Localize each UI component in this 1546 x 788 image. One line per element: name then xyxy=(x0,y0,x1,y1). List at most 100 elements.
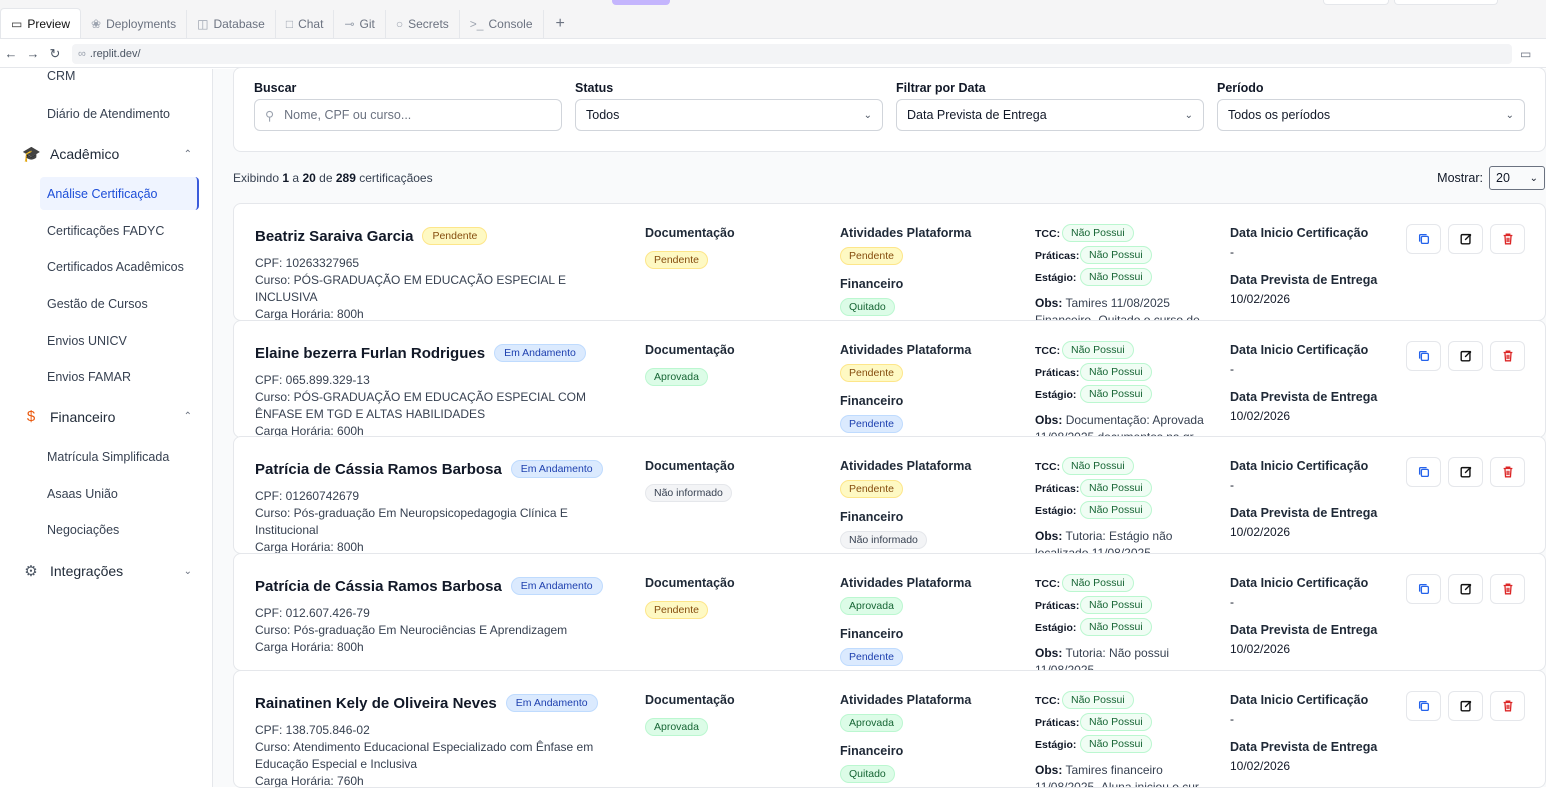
cpf-text: CPF: 012.607.426-79 xyxy=(255,606,370,620)
tab-git[interactable]: ⊸ Git xyxy=(334,10,386,38)
tab-deployments[interactable]: ❀ Deployments xyxy=(81,10,188,38)
status-select[interactable]: Todos ⌄ xyxy=(575,99,883,131)
obs-text: Obs: Tutoria: Estágio não localizado 11/… xyxy=(1035,528,1210,553)
copy-button[interactable] xyxy=(1406,341,1441,371)
doc-heading: Documentação xyxy=(645,343,735,357)
delete-button[interactable] xyxy=(1490,457,1525,487)
reload-icon[interactable]: ↻ xyxy=(44,46,66,62)
chevron-down-icon: ⌄ xyxy=(1505,109,1514,121)
git-icon: ⊸ xyxy=(344,17,355,31)
copy-button[interactable] xyxy=(1406,574,1441,604)
certification-card: Patrícia de Cássia Ramos Barbosa Em Anda… xyxy=(233,553,1546,671)
sidebar-item-certificacoes-fadyc[interactable]: Certificações FADYC xyxy=(47,224,164,238)
page-size-select[interactable]: 20 ⌄ xyxy=(1489,166,1545,190)
data-filter-select[interactable]: Data Prevista de Entrega ⌄ xyxy=(896,99,1204,131)
sidebar-group-academico[interactable]: 🎓 Acadêmico ⌃ xyxy=(22,145,192,163)
chevron-up-icon: ⌃ xyxy=(183,148,192,160)
praticas-label: Práticas: xyxy=(1035,717,1080,729)
summary-a: a xyxy=(292,171,300,185)
header-control-edge[interactable] xyxy=(1394,0,1498,5)
sidebar-item-envios-unicv[interactable]: Envios UNICV xyxy=(47,334,127,348)
obs-label: Obs: xyxy=(1035,763,1063,777)
estagio-badge: Não Possui xyxy=(1080,735,1152,753)
buscar-label: Buscar xyxy=(254,81,297,95)
sidebar-item-diario[interactable]: Diário de Atendimento xyxy=(47,107,170,121)
forward-icon[interactable]: → xyxy=(22,46,44,61)
tab-database[interactable]: ◫ Database xyxy=(187,10,276,38)
inicio-heading: Data Inicio Certificação xyxy=(1230,459,1369,473)
edit-button[interactable] xyxy=(1448,574,1483,604)
tab-console[interactable]: >_ Console xyxy=(460,10,544,38)
prevista-heading: Data Prevista de Entrega xyxy=(1230,623,1378,637)
praticas-label: Práticas: xyxy=(1035,483,1080,495)
status-badge: Em Andamento xyxy=(510,460,603,478)
monitor-icon: ▭ xyxy=(11,16,23,31)
inicio-heading: Data Inicio Certificação xyxy=(1230,343,1369,357)
sidebar-item-crm[interactable]: CRM xyxy=(47,69,75,83)
copy-button[interactable] xyxy=(1406,457,1441,487)
sidebar-item-matricula[interactable]: Matrícula Simplificada xyxy=(47,450,169,464)
rocket-icon: ❀ xyxy=(91,17,102,31)
sidebar-item-certificados-academicos[interactable]: Certificados Acadêmicos xyxy=(47,260,184,274)
header-control-edge[interactable] xyxy=(1323,0,1389,5)
inicio-value: - xyxy=(1230,712,1234,726)
periodo-select[interactable]: Todos os períodos ⌄ xyxy=(1217,99,1525,131)
edit-button[interactable] xyxy=(1448,691,1483,721)
edit-icon xyxy=(1459,466,1471,478)
sidebar-item-envios-famar[interactable]: Envios FAMAR xyxy=(47,370,131,384)
inicio-value: - xyxy=(1230,595,1234,609)
trash-icon xyxy=(1503,466,1512,478)
edit-button[interactable] xyxy=(1448,457,1483,487)
copy-icon xyxy=(1418,583,1429,595)
tcc-badge: Não Possui xyxy=(1062,691,1134,709)
sidebar-group-integracoes[interactable]: ⚙ Integrações ⌄ xyxy=(22,562,192,580)
prevista-value: 10/02/2026 xyxy=(1230,409,1291,423)
address-bar: ← → ↻ ∞ .replit.dev/ ▭ xyxy=(0,40,1546,68)
tcc-badge: Não Possui xyxy=(1062,341,1134,359)
delete-button[interactable] xyxy=(1490,574,1525,604)
edit-button[interactable] xyxy=(1448,341,1483,371)
obs-text: Obs: Tamires 11/08/2025 Financeiro- Quit… xyxy=(1035,295,1210,320)
add-tab-button[interactable]: + xyxy=(544,10,577,38)
copy-button[interactable] xyxy=(1406,224,1441,254)
sidebar-item-gestao-cursos[interactable]: Gestão de Cursos xyxy=(47,297,148,311)
atividades-badge: Aprovada xyxy=(840,597,903,615)
copy-icon xyxy=(1418,700,1429,712)
tcc-label: TCC: xyxy=(1035,345,1061,357)
tab-preview[interactable]: ▭ Preview xyxy=(0,8,82,38)
sidebar-item-asaas[interactable]: Asaas União xyxy=(47,487,118,501)
obs-label: Obs: xyxy=(1035,646,1063,660)
delete-button[interactable] xyxy=(1490,341,1525,371)
tcc-label: TCC: xyxy=(1035,578,1061,590)
copy-button[interactable] xyxy=(1406,691,1441,721)
devices-icon[interactable]: ▭ xyxy=(1520,47,1531,61)
tab-label: Chat xyxy=(298,17,324,31)
url-input[interactable]: ∞ .replit.dev/ xyxy=(72,43,1512,64)
delete-button[interactable] xyxy=(1490,224,1525,254)
tab-secrets[interactable]: ○ Secrets xyxy=(386,10,460,38)
run-button-edge[interactable] xyxy=(612,0,670,5)
sidebar-item-analise-certificacao[interactable]: Análise Certificação xyxy=(47,187,157,201)
prevista-heading: Data Prevista de Entrega xyxy=(1230,273,1378,287)
praticas-badge: Não Possui xyxy=(1080,596,1152,614)
back-icon[interactable]: ← xyxy=(0,46,22,61)
search-input[interactable]: ⚲ Nome, CPF ou curso... xyxy=(254,99,562,131)
obs-text: Obs: Documentação: Aprovada 11/08/2025 d… xyxy=(1035,412,1210,437)
periodo-value: Todos os períodos xyxy=(1228,108,1331,122)
estagio-label: Estágio: xyxy=(1035,505,1077,517)
sidebar-item-negociacoes[interactable]: Negociações xyxy=(47,523,119,537)
tcc-label: TCC: xyxy=(1035,461,1061,473)
edit-button[interactable] xyxy=(1448,224,1483,254)
tab-chat[interactable]: □ Chat xyxy=(276,10,335,38)
summary-total: 289 xyxy=(335,171,356,185)
financeiro-heading: Financeiro xyxy=(840,744,904,758)
atividades-badge: Aprovada xyxy=(840,714,903,732)
status-badge: Em Andamento xyxy=(505,694,598,712)
sidebar-group-financeiro[interactable]: $ Financeiro ⌃ xyxy=(22,408,192,425)
status-badge: Em Andamento xyxy=(494,344,586,362)
page-size-control: Mostrar: 20 ⌄ xyxy=(1437,166,1545,190)
praticas-label: Práticas: xyxy=(1035,367,1080,379)
student-name: Elaine bezerra Furlan Rodrigues xyxy=(255,344,486,362)
financeiro-badge: Quitado xyxy=(840,765,895,783)
delete-button[interactable] xyxy=(1490,691,1525,721)
